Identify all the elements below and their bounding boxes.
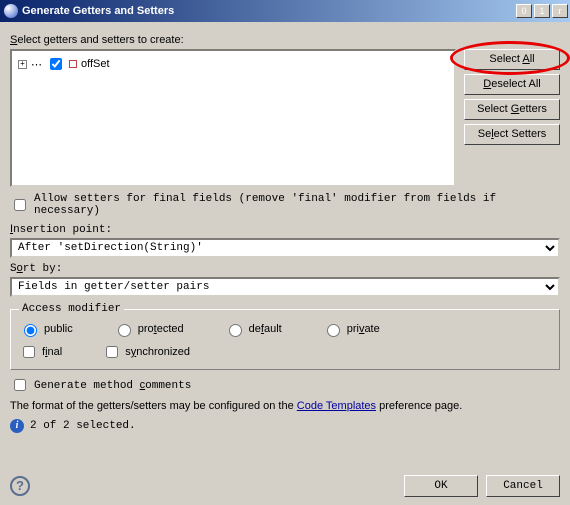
close-button[interactable]: r: [552, 4, 568, 18]
allow-setters-final-checkbox[interactable]: [14, 199, 26, 211]
access-modifier-group: Access modifier public protected default…: [10, 303, 560, 370]
fields-tree[interactable]: + ⋯ offSet: [10, 49, 456, 187]
maximize-button[interactable]: 1: [534, 4, 550, 18]
info-icon: i: [10, 419, 24, 433]
allow-setters-final-label: Allow setters for final fields (remove '…: [34, 193, 560, 217]
window-title: Generate Getters and Setters: [22, 5, 516, 17]
expand-icon[interactable]: +: [18, 60, 27, 69]
code-templates-link[interactable]: Code Templates: [297, 400, 376, 412]
private-radio[interactable]: private: [322, 321, 380, 337]
generate-comments-checkbox[interactable]: [14, 379, 26, 391]
select-all-button[interactable]: Select All: [464, 49, 560, 70]
synchronized-checkbox[interactable]: synchronized: [102, 343, 190, 361]
tree-item-label: offSet: [81, 58, 110, 70]
select-label: Select getters and setters to create:: [10, 34, 560, 47]
minimize-button[interactable]: 0: [516, 4, 532, 18]
status-text: 2 of 2 selected.: [30, 420, 136, 432]
public-radio[interactable]: public: [19, 321, 73, 337]
tree-item[interactable]: + ⋯ offSet: [18, 55, 448, 73]
final-checkbox[interactable]: final: [19, 343, 62, 361]
tree-item-checkbox[interactable]: [50, 58, 62, 70]
sort-by-label: Sort by:: [10, 262, 560, 275]
default-radio[interactable]: default: [224, 321, 282, 337]
format-note: The format of the getters/setters may be…: [10, 400, 560, 413]
titlebar: Generate Getters and Setters 0 1 r: [0, 0, 570, 22]
access-modifier-legend: Access modifier: [19, 303, 124, 315]
insertion-point-select[interactable]: After 'setDirection(String)': [10, 238, 560, 258]
help-button[interactable]: ?: [10, 476, 30, 496]
select-setters-button[interactable]: Select Setters: [464, 124, 560, 145]
window-icon: [4, 4, 18, 18]
generate-comments-label: Generate method comments: [34, 379, 191, 392]
protected-radio[interactable]: protected: [113, 321, 184, 337]
deselect-all-button[interactable]: Deselect All: [464, 74, 560, 95]
cancel-button[interactable]: Cancel: [486, 475, 560, 497]
sort-by-select[interactable]: Fields in getter/setter pairs: [10, 277, 560, 297]
field-icon: [69, 60, 77, 68]
insertion-point-label: Insertion point:: [10, 223, 560, 236]
select-getters-button[interactable]: Select Getters: [464, 99, 560, 120]
ok-button[interactable]: OK: [404, 475, 478, 497]
